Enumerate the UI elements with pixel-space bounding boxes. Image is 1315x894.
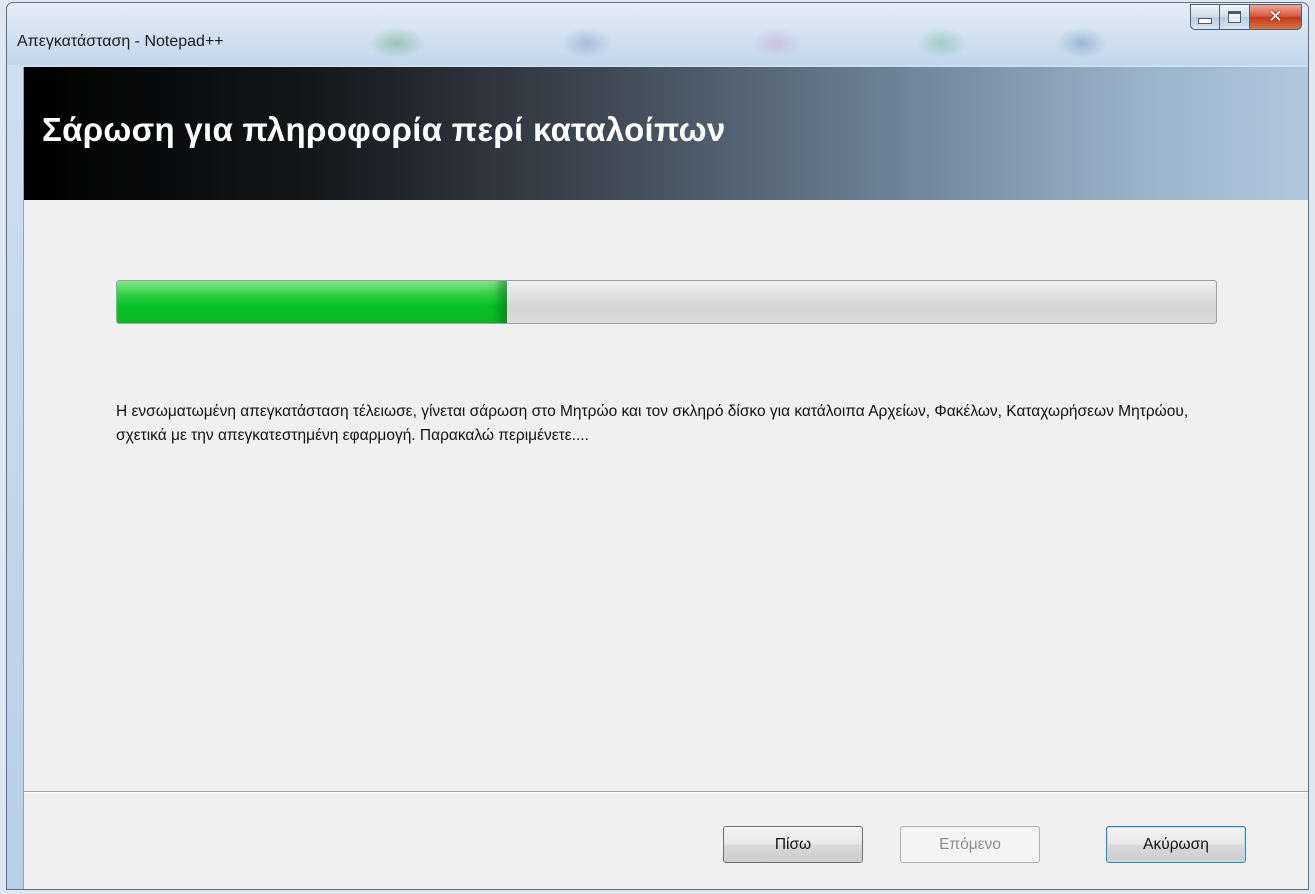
progress-bar [116, 280, 1217, 324]
title-bar[interactable]: Απεγκατάσταση - Notepad++ ✕ [7, 3, 1308, 65]
next-button[interactable]: Επόμενο [900, 826, 1040, 863]
uninstall-window: Απεγκατάσταση - Notepad++ ✕ Σάρωση για π… [6, 2, 1309, 890]
cancel-button[interactable]: Ακύρωση [1106, 826, 1246, 863]
footer-divider [24, 791, 1308, 793]
maximize-icon [1228, 11, 1241, 23]
page-title: Σάρωση για πληροφορία περί καταλοίπων [42, 111, 726, 148]
caption-buttons: ✕ [1190, 4, 1302, 30]
minimize-button[interactable] [1190, 4, 1220, 30]
maximize-button[interactable] [1220, 4, 1250, 30]
dialog-content: Σάρωση για πληροφορία περί καταλοίπων Η … [23, 67, 1308, 889]
status-message: Η ενσωματωμένη απεγκατάσταση τέλειωσε, γ… [116, 403, 1189, 444]
close-icon: ✕ [1268, 6, 1283, 27]
progress-bar-fill [117, 281, 508, 323]
header-banner: Σάρωση για πληροφορία περί καταλοίπων [24, 67, 1308, 200]
close-button[interactable]: ✕ [1250, 4, 1302, 30]
minimize-icon [1198, 18, 1212, 24]
back-button[interactable]: Πίσω [723, 826, 863, 863]
window-title: Απεγκατάσταση - Notepad++ [17, 33, 224, 50]
